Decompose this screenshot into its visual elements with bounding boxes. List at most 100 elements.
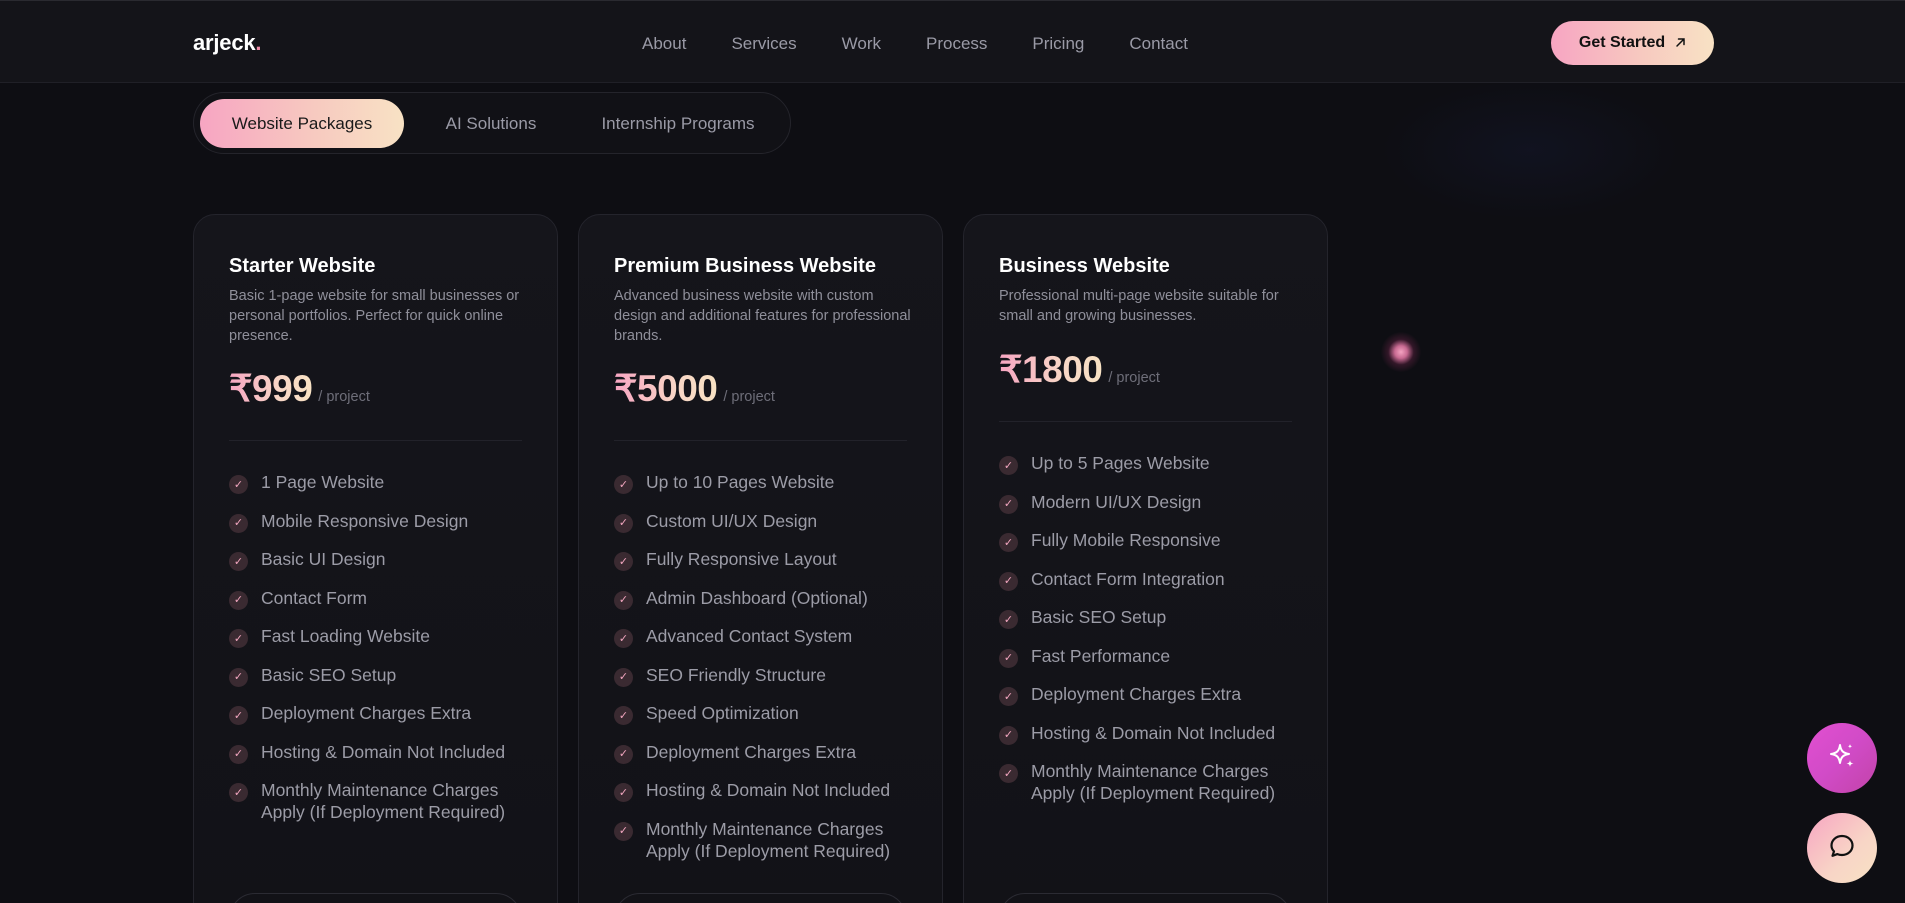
feature-item: ✓ Monthly Maintenance Charges Apply (If D… <box>614 818 924 862</box>
feature-item: ✓ Deployment Charges Extra <box>229 702 539 725</box>
feature-item: ✓ Contact Form <box>229 587 539 610</box>
card-action-button[interactable] <box>229 893 522 903</box>
feature-item: ✓ Hosting & Domain Not Included <box>614 779 924 802</box>
feature-text: Admin Dashboard (Optional) <box>646 587 868 608</box>
feature-text: Deployment Charges Extra <box>1031 684 1242 704</box>
feature-text: Contact Form <box>261 587 367 608</box>
check-icon: ✓ <box>614 590 633 610</box>
feature-item: ✓ Speed Optimization <box>614 702 924 725</box>
feature-text: Up to 10 Pages Website <box>646 472 835 492</box>
feature-text: Basic UI Design <box>261 549 386 569</box>
logo[interactable]: arjeck. <box>193 30 262 56</box>
price-row: ₹1800 / project <box>999 348 1160 391</box>
nav-link-contact[interactable]: Contact <box>1129 34 1188 54</box>
card-title: Business Website <box>999 255 1170 277</box>
feature-list: ✓ 1 Page Website ✓ Mobile Responsive Desig… <box>229 471 539 839</box>
ai-assistant-button[interactable] <box>1807 723 1877 793</box>
card-description: Advanced business website with custom de… <box>614 288 911 344</box>
price-row: ₹5000 / project <box>614 367 775 410</box>
package-tabs: Website Packages AI Solutions Internship… <box>193 92 791 154</box>
check-icon: ✓ <box>999 456 1018 475</box>
feature-item: ✓ Fully Mobile Responsive <box>999 529 1309 552</box>
card-action-button[interactable] <box>614 893 907 903</box>
feature-text: Advanced Contact System <box>646 626 853 646</box>
feature-item: ✓ Mobile Responsive Design <box>229 510 539 533</box>
feature-item: ✓ Up to 10 Pages Website <box>614 471 924 494</box>
feature-item: ✓ Admin Dashboard (Optional) <box>614 587 924 610</box>
nav-link-work[interactable]: Work <box>842 34 881 54</box>
price-unit: / project <box>1108 370 1160 386</box>
check-icon: ✓ <box>229 783 248 802</box>
check-icon: ✓ <box>229 552 248 571</box>
arrow-up-right-icon <box>1675 35 1686 51</box>
check-icon: ✓ <box>229 629 248 648</box>
feature-item: ✓ Up to 5 Pages Website <box>999 452 1309 475</box>
feature-item: ✓ Monthly Maintenance Charges Apply (If D… <box>999 760 1309 804</box>
tab-ai-solutions[interactable]: AI Solutions <box>418 99 564 148</box>
pricing-card-business: Business Website Professional multi-page… <box>963 214 1328 903</box>
feature-item: ✓ Fast Loading Website <box>229 625 539 648</box>
card-title: Premium Business Website <box>614 255 876 277</box>
check-icon: ✓ <box>229 706 248 725</box>
card-action-button[interactable] <box>999 893 1292 903</box>
feature-item: ✓ Basic SEO Setup <box>999 606 1309 629</box>
check-icon: ✓ <box>614 513 633 533</box>
check-icon: ✓ <box>229 475 248 494</box>
nav-link-about[interactable]: About <box>642 34 686 54</box>
price: ₹5000 <box>614 368 718 409</box>
feature-text: Deployment Charges Extra <box>261 703 472 723</box>
check-icon: ✓ <box>999 494 1018 514</box>
check-icon: ✓ <box>614 552 633 571</box>
logo-text: arjeck <box>193 30 256 55</box>
price: ₹999 <box>229 368 313 409</box>
feature-text: 1 Page Website <box>261 472 385 492</box>
feature-text: Up to 5 Pages Website <box>1031 453 1210 473</box>
feature-text: Monthly Maintenance Charges Apply (If De… <box>261 780 506 822</box>
feature-text: SEO Friendly Structure <box>646 664 826 685</box>
check-icon: ✓ <box>999 687 1018 706</box>
navbar: arjeck. About Services Work Process Pric… <box>0 0 1905 83</box>
feature-item: ✓ Modern UI/UX Design <box>999 491 1309 514</box>
feature-text: Contact Form Integration <box>1031 568 1225 589</box>
feature-item: ✓ Deployment Charges Extra <box>999 683 1309 706</box>
feature-item: ✓ Hosting & Domain Not Included <box>229 741 539 764</box>
feature-text: Basic SEO Setup <box>261 664 397 685</box>
check-icon: ✓ <box>614 821 633 841</box>
background-glow-right <box>1380 80 1680 220</box>
check-icon: ✓ <box>999 571 1018 591</box>
tab-website-packages[interactable]: Website Packages <box>200 99 404 148</box>
feature-list: ✓ Up to 10 Pages Website ✓ Custom UI/UX De… <box>614 471 924 877</box>
feature-item: ✓ Basic UI Design <box>229 548 539 571</box>
nav-links: About Services Work Process Pricing Cont… <box>642 34 1233 54</box>
check-icon: ✓ <box>229 513 248 533</box>
feature-text: Hosting & Domain Not Included <box>261 741 506 762</box>
tab-internship-programs[interactable]: Internship Programs <box>579 99 777 148</box>
feature-text: Mobile Responsive Design <box>261 510 469 531</box>
divider <box>999 421 1292 422</box>
chat-button[interactable] <box>1807 813 1877 883</box>
check-icon: ✓ <box>614 475 633 494</box>
price-unit: / project <box>318 389 370 405</box>
card-description: Basic 1-page website for small businesse… <box>229 288 520 344</box>
get-started-button[interactable]: Get Started <box>1551 21 1714 65</box>
feature-text: Fast Performance <box>1031 645 1171 666</box>
feature-item: ✓ Fully Responsive Layout <box>614 548 924 571</box>
check-icon: ✓ <box>999 610 1018 629</box>
get-started-label: Get Started <box>1578 34 1666 51</box>
feature-text: Deployment Charges Extra <box>646 741 857 762</box>
nav-link-pricing[interactable]: Pricing <box>1032 34 1084 54</box>
price: ₹1800 <box>999 349 1103 390</box>
nav-link-process[interactable]: Process <box>926 34 987 54</box>
chat-bubble-icon <box>1828 832 1856 865</box>
feature-item: ✓ Advanced Contact System <box>614 625 924 648</box>
nav-link-services[interactable]: Services <box>731 34 796 54</box>
check-icon: ✓ <box>999 648 1018 668</box>
logo-dot: . <box>255 30 262 55</box>
feature-item: ✓ 1 Page Website <box>229 471 539 494</box>
feature-text: Fast Loading Website <box>261 626 430 646</box>
feature-item: ✓ Contact Form Integration <box>999 568 1309 591</box>
pricing-card-starter: Starter Website Basic 1-page website for… <box>193 214 558 903</box>
feature-text: Fully Mobile Responsive <box>1031 530 1221 550</box>
check-icon: ✓ <box>999 533 1018 552</box>
feature-text: Monthly Maintenance Charges Apply (If De… <box>646 818 891 861</box>
